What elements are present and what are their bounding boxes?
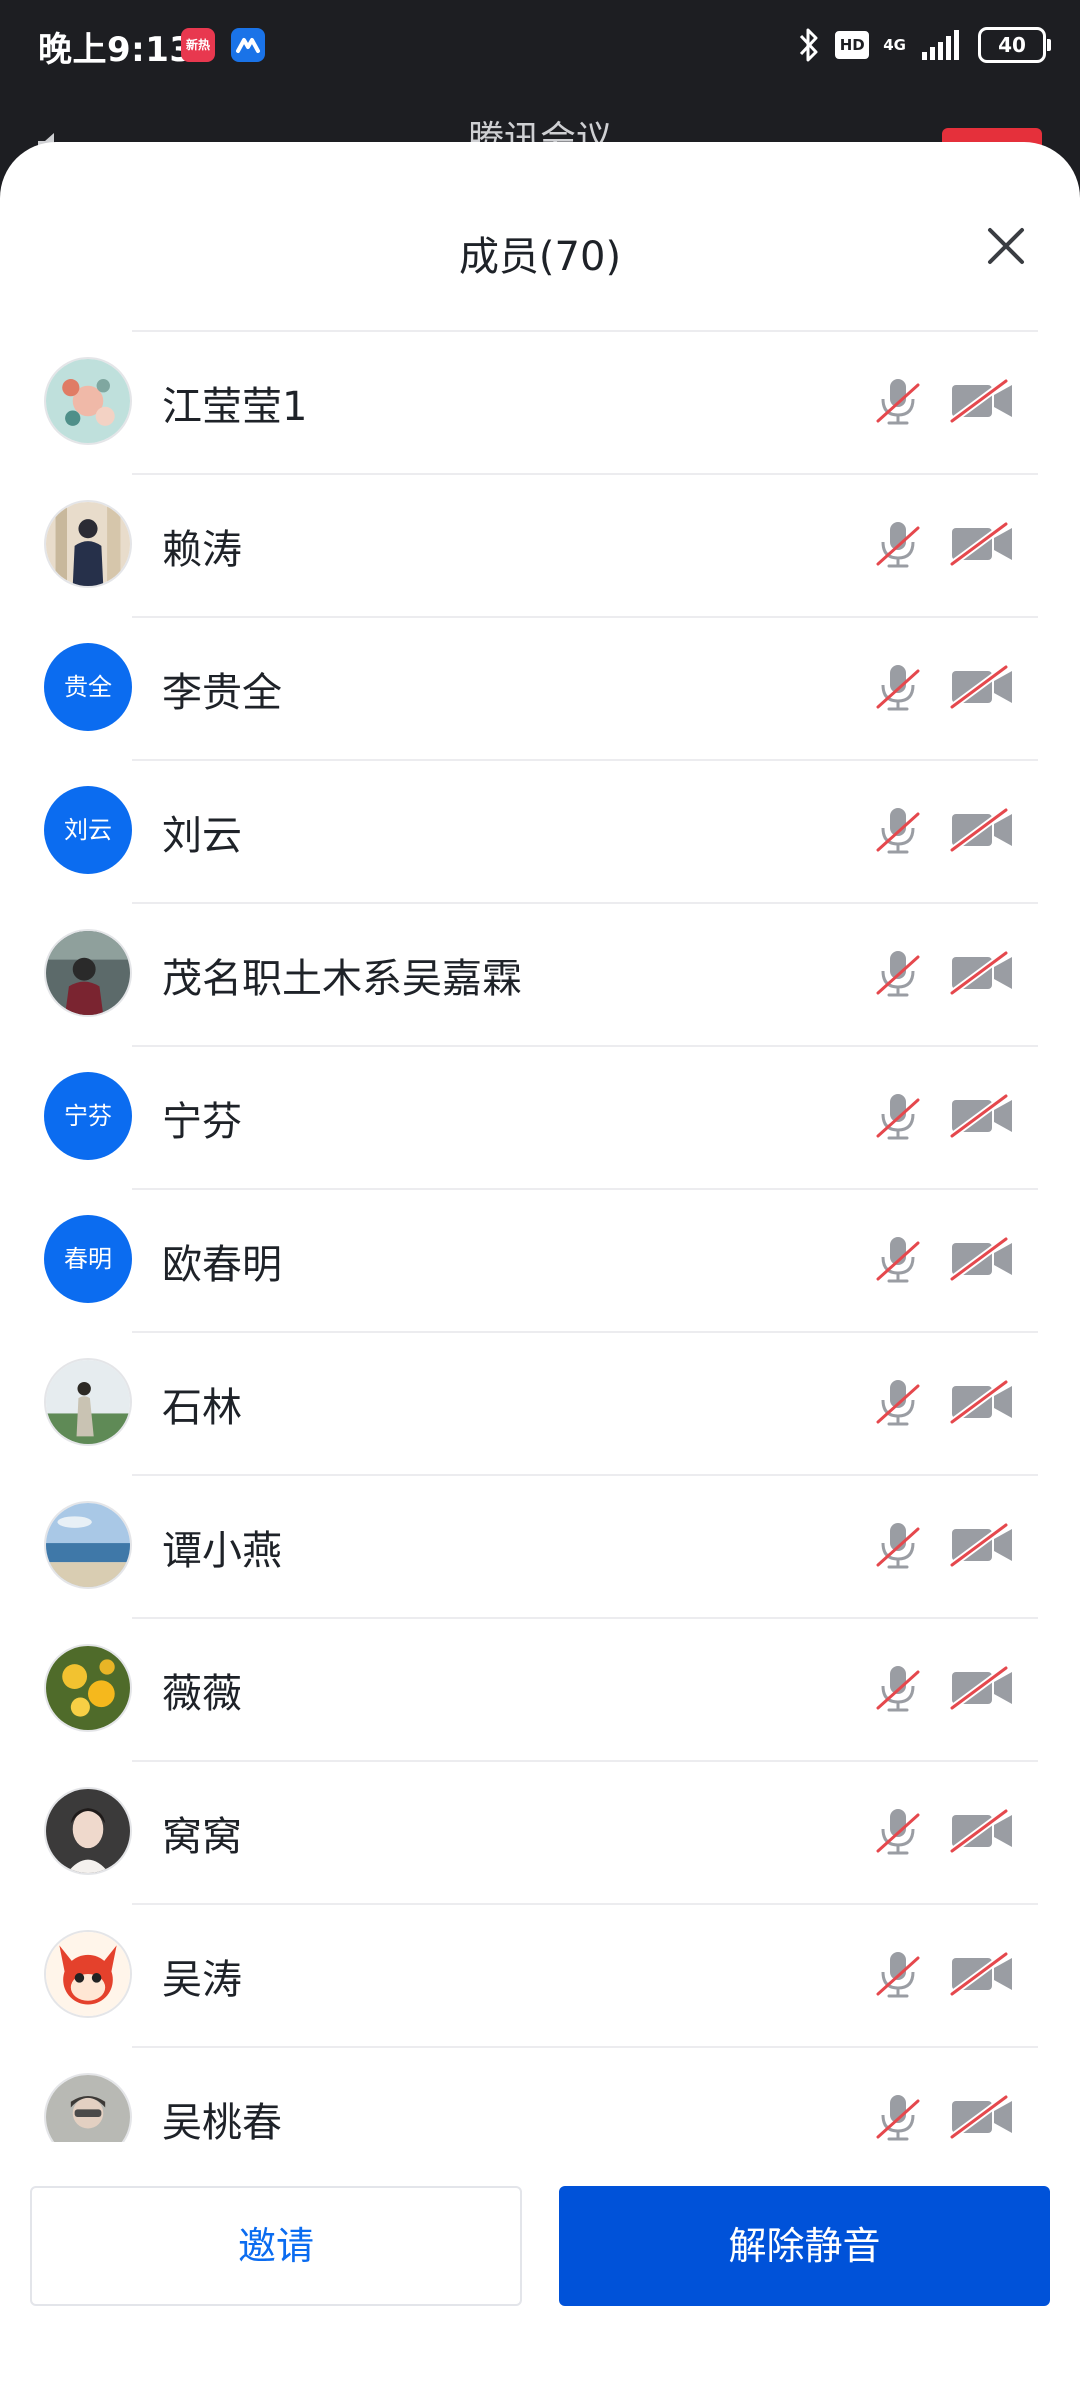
camera-off-icon[interactable] <box>948 1374 1016 1430</box>
camera-off-icon[interactable] <box>948 802 1016 858</box>
member-row[interactable]: 江莹莹1 <box>0 330 1080 473</box>
member-name: 宁芬 <box>162 1099 242 1145</box>
member-name: 李贵全 <box>162 670 282 716</box>
divider <box>132 1331 1038 1333</box>
member-name: 刘云 <box>162 813 242 859</box>
member-row[interactable]: 赖涛 <box>0 473 1080 616</box>
avatar <box>44 1787 132 1875</box>
member-name: 江莹莹1 <box>162 384 308 430</box>
member-name: 窝窝 <box>162 1814 242 1860</box>
divider <box>132 616 1038 618</box>
signal-icon <box>922 30 959 60</box>
divider <box>132 1188 1038 1190</box>
divider <box>132 1474 1038 1476</box>
member-name: 吴涛 <box>162 1957 242 2003</box>
avatar <box>44 1358 132 1446</box>
member-row[interactable]: 春明 欧春明 <box>0 1188 1080 1331</box>
divider <box>132 1760 1038 1762</box>
mic-muted-icon[interactable] <box>870 659 926 715</box>
mic-muted-icon[interactable] <box>870 1803 926 1859</box>
avatar <box>44 1501 132 1589</box>
avatar <box>44 1930 132 2018</box>
mic-muted-icon[interactable] <box>870 802 926 858</box>
divider <box>132 1617 1038 1619</box>
divider <box>132 1903 1038 1905</box>
sheet-title: 成员(70) <box>458 234 622 280</box>
bluetooth-icon <box>800 28 818 62</box>
divider <box>132 1045 1038 1047</box>
divider <box>132 473 1038 475</box>
member-row[interactable]: 谭小燕 <box>0 1474 1080 1617</box>
divider <box>132 330 1038 332</box>
member-name: 石林 <box>162 1385 242 1431</box>
member-row[interactable]: 石林 <box>0 1331 1080 1474</box>
avatar <box>44 357 132 445</box>
member-row[interactable]: 薇薇 <box>0 1617 1080 1760</box>
avatar: 刘云 <box>44 786 132 874</box>
close-icon[interactable] <box>982 222 1030 270</box>
status-time: 晚上9:13 <box>38 30 194 70</box>
member-name: 谭小燕 <box>162 1528 282 1574</box>
member-name: 吴桃春 <box>162 2100 282 2146</box>
member-name: 茂名职土木系吴嘉霖 <box>162 956 522 1002</box>
camera-off-icon[interactable] <box>948 516 1016 572</box>
member-name: 赖涛 <box>162 527 242 573</box>
camera-off-icon[interactable] <box>948 373 1016 429</box>
member-list[interactable]: 江莹莹1 赖涛 贵全 李贵全 刘云 刘云 茂名职土木系吴嘉霖 宁芬 宁芬 春明 欧春明 石林 谭小燕 薇薇… <box>0 330 1080 2284</box>
camera-off-icon[interactable] <box>948 1088 1016 1144</box>
avatar <box>44 929 132 1017</box>
divider <box>132 2046 1038 2048</box>
members-sheet: 成员(70) 江莹莹1 赖涛 贵全 李贵全 刘云 刘云 茂名职土木系吴嘉霖 宁芬 宁芬 春明 欧春明… <box>0 142 1080 2400</box>
member-row[interactable]: 窝窝 <box>0 1760 1080 1903</box>
app-notification-icon <box>231 28 265 62</box>
divider <box>132 902 1038 904</box>
camera-off-icon[interactable] <box>948 1660 1016 1716</box>
camera-off-icon[interactable] <box>948 1231 1016 1287</box>
mic-muted-icon[interactable] <box>870 1660 926 1716</box>
mic-muted-icon[interactable] <box>870 1088 926 1144</box>
avatar <box>44 1644 132 1732</box>
invite-button[interactable]: 邀请 <box>30 2186 522 2306</box>
member-name: 薇薇 <box>162 1671 242 1717</box>
avatar: 宁芬 <box>44 1072 132 1160</box>
camera-off-icon[interactable] <box>948 1946 1016 2002</box>
camera-off-icon[interactable] <box>948 1803 1016 1859</box>
mic-muted-icon[interactable] <box>870 516 926 572</box>
divider <box>132 759 1038 761</box>
avatar: 贵全 <box>44 643 132 731</box>
mic-muted-icon[interactable] <box>870 1374 926 1430</box>
avatar: 春明 <box>44 1215 132 1303</box>
status-bar: 晚上9:13 新热 HD 4G 40 <box>0 0 1080 90</box>
camera-off-icon[interactable] <box>948 2089 1016 2145</box>
mic-muted-icon[interactable] <box>870 1231 926 1287</box>
member-row[interactable]: 刘云 刘云 <box>0 759 1080 902</box>
status-icons: HD 4G 40 <box>797 22 1051 68</box>
battery-icon: 40 <box>978 27 1051 63</box>
news-app-icon: 新热 <box>181 28 215 62</box>
member-row[interactable]: 吴涛 <box>0 1903 1080 2046</box>
mic-muted-icon[interactable] <box>870 2089 926 2145</box>
unmute-all-button[interactable]: 解除静音 <box>559 2186 1050 2306</box>
member-name: 欧春明 <box>162 1242 282 1288</box>
camera-off-icon[interactable] <box>948 945 1016 1001</box>
mic-muted-icon[interactable] <box>870 373 926 429</box>
member-row[interactable]: 茂名职土木系吴嘉霖 <box>0 902 1080 1045</box>
member-row[interactable]: 宁芬 宁芬 <box>0 1045 1080 1188</box>
network-type: 4G <box>883 36 906 54</box>
member-row[interactable]: 贵全 李贵全 <box>0 616 1080 759</box>
action-bar: 邀请 解除静音 <box>0 2142 1080 2400</box>
camera-off-icon[interactable] <box>948 659 1016 715</box>
camera-off-icon[interactable] <box>948 1517 1016 1573</box>
avatar <box>44 500 132 588</box>
mic-muted-icon[interactable] <box>870 1946 926 2002</box>
hd-icon: HD <box>835 31 870 59</box>
mic-muted-icon[interactable] <box>870 1517 926 1573</box>
mic-muted-icon[interactable] <box>870 945 926 1001</box>
